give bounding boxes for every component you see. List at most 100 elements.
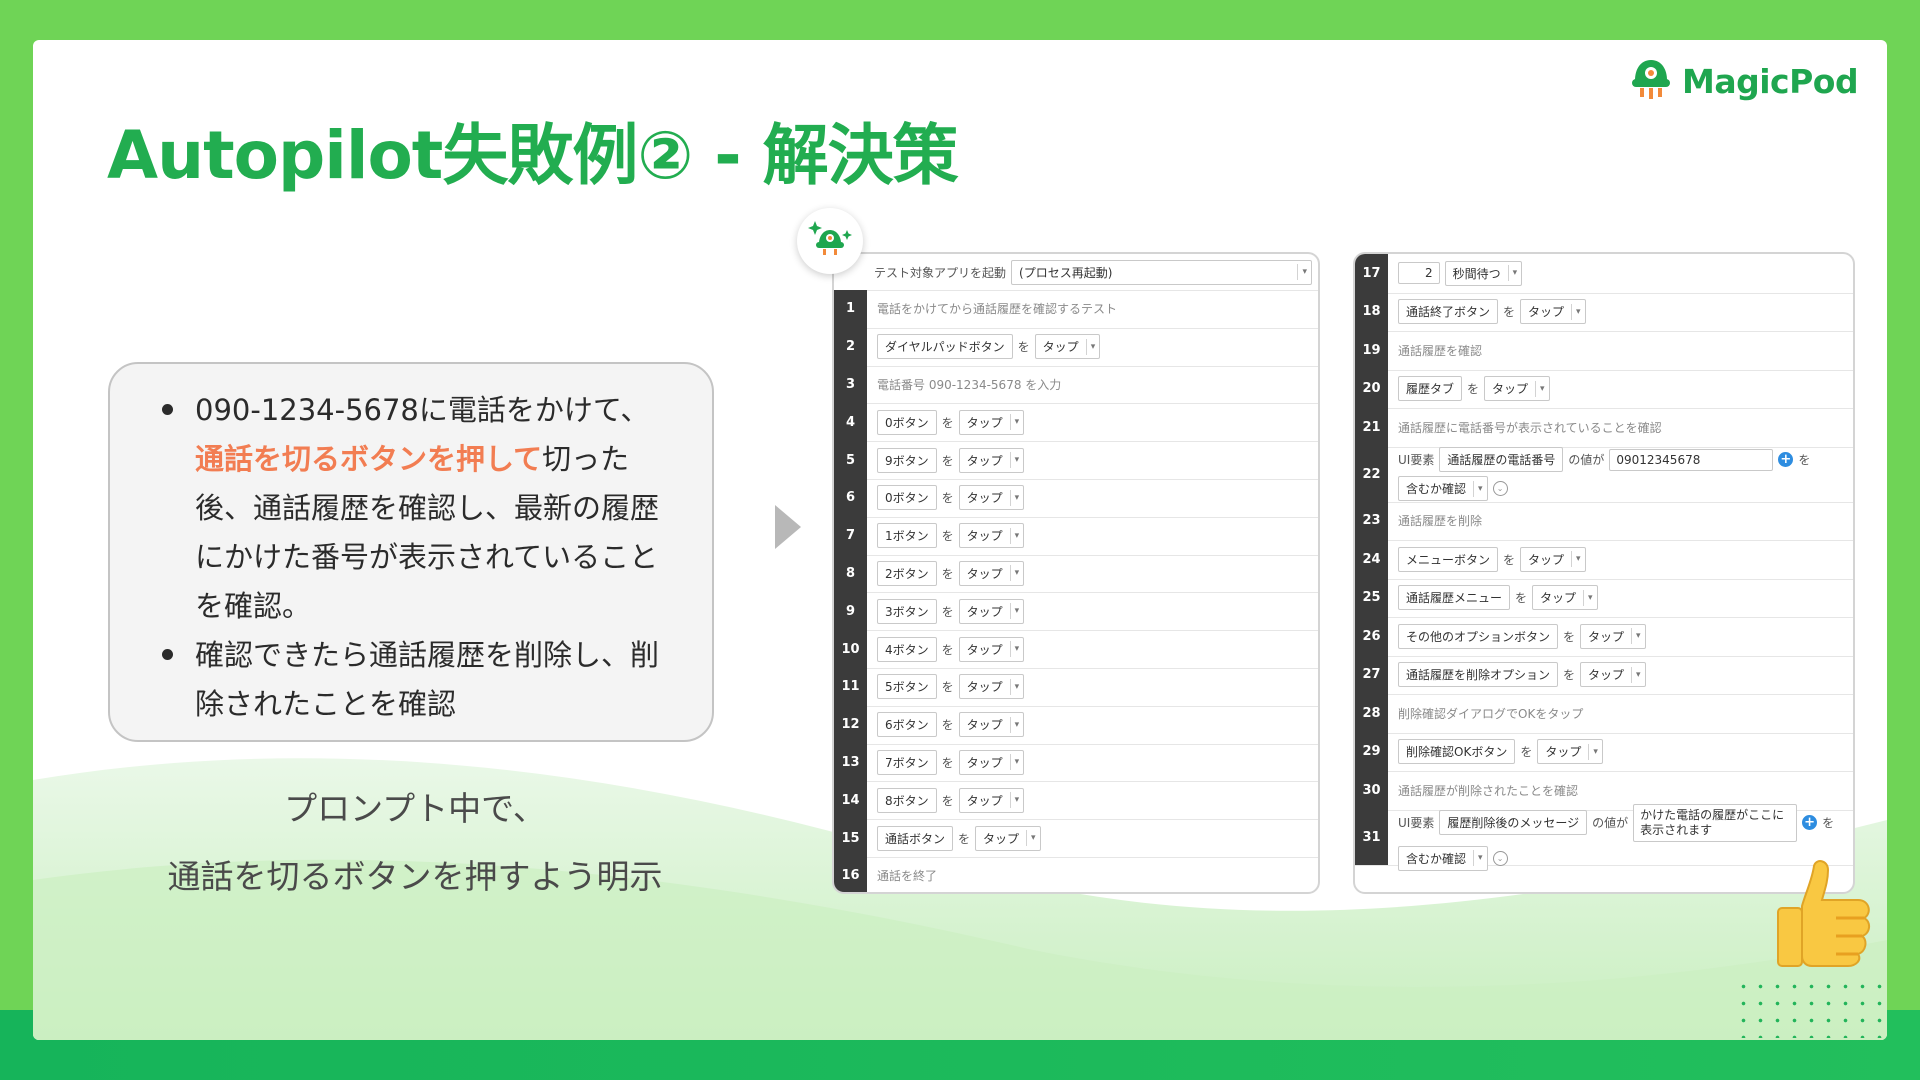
check-select[interactable]: 含むか確認 ▾ (1398, 476, 1488, 501)
wait-seconds-input[interactable]: 2 (1398, 262, 1440, 285)
bullet-2-text: 確認できたら通話履歴を削除し、削除されたことを確認 (195, 638, 660, 721)
step-number: 8 (834, 554, 867, 593)
step-number: 20 (1355, 369, 1388, 408)
action-select[interactable]: タップ ▾ (1520, 299, 1586, 325)
action-select[interactable]: タップ ▾ (1532, 585, 1598, 611)
step-content: その他のオプションボタンをタップ ▾ (1398, 617, 1847, 656)
action-select[interactable]: タップ ▾ (975, 825, 1041, 851)
step-element[interactable]: 0ボタン (877, 485, 937, 511)
step-element[interactable]: 6ボタン (877, 712, 937, 738)
step-number: 17 (1355, 254, 1388, 293)
caret-icon: ▾ (1507, 265, 1522, 282)
bullet-dot (162, 404, 173, 415)
step-content: 9ボタンをタップ ▾ (877, 441, 1312, 479)
bullet-item-2: 確認できたら通話履歴を削除し、削除されたことを確認 (162, 631, 678, 729)
step-element[interactable]: 通話履歴を削除オプション (1398, 662, 1559, 688)
wo-label: を (941, 529, 954, 544)
action-select-value: タップ (1545, 745, 1582, 760)
expected-value-input[interactable]: 09012345678 (1609, 448, 1774, 471)
action-select[interactable]: タップ ▾ (958, 485, 1025, 511)
step-element[interactable]: 削除確認OKボタン (1398, 739, 1516, 765)
step-content: 通話履歴を削除オプションをタップ ▾ (1398, 656, 1847, 695)
action-select[interactable]: タップ ▾ (1484, 376, 1550, 402)
step-element[interactable]: 3ボタン (877, 598, 937, 624)
action-select[interactable]: タップ ▾ (958, 636, 1025, 662)
check-select[interactable]: 含むか確認 ▾ (1398, 845, 1488, 871)
wo-label: を (1563, 668, 1576, 683)
step-element[interactable]: 8ボタン (877, 787, 937, 813)
caret-icon: ▾ (1535, 380, 1549, 397)
step-element[interactable]: 1ボタン (877, 523, 937, 549)
action-select[interactable]: タップ ▾ (958, 560, 1025, 586)
step-element[interactable]: 通話終了ボタン (1398, 299, 1499, 325)
step-number: 22 (1355, 446, 1388, 502)
action-select[interactable]: タップ ▾ (1520, 546, 1586, 572)
caret-icon: ▾ (1009, 716, 1024, 733)
step-content: 4ボタンをタップ ▾ (877, 630, 1312, 668)
wo-label: を (1520, 745, 1533, 760)
chevron-down-icon[interactable]: ⌄ (1492, 850, 1508, 866)
plus-icon[interactable]: + (1778, 452, 1794, 467)
step-element[interactable]: 履歴削除後のメッセージ (1439, 810, 1588, 835)
wo-label: を (941, 680, 954, 695)
step-element[interactable]: 5ボタン (877, 674, 937, 700)
step-element[interactable]: 通話履歴メニュー (1398, 585, 1511, 611)
autopilot-badge-icon (797, 208, 863, 274)
action-select[interactable]: タップ ▾ (1034, 334, 1101, 360)
caret-icon: ▾ (1009, 641, 1024, 658)
step-row: 11 5ボタンをタップ ▾ (834, 668, 1318, 707)
launch-option-select[interactable]: (プロセス再起動) ▾ (1011, 259, 1312, 285)
wo-label: を (1822, 816, 1835, 830)
action-select[interactable]: タップ ▾ (1580, 623, 1646, 649)
caret-icon: ▾ (1631, 666, 1645, 683)
step-row: 4 0ボタンをタップ ▾ (834, 403, 1318, 443)
caret-icon: ▾ (1009, 754, 1024, 771)
action-select-value: タップ (1588, 668, 1625, 683)
wo-label: を (941, 604, 954, 619)
step-number: 7 (834, 516, 867, 555)
action-select[interactable]: タップ ▾ (1580, 662, 1646, 688)
step-element[interactable]: 通話ボタン (877, 825, 954, 851)
step-row: 7 1ボタンをタップ ▾ (834, 516, 1318, 556)
step-comment: 通話履歴が削除されたことを確認 (1398, 783, 1579, 798)
step-number: 10 (834, 630, 867, 668)
step-comment: 電話をかけてから通話履歴を確認するテスト (877, 302, 1118, 317)
caret-icon: ▾ (1009, 603, 1024, 620)
action-select[interactable]: タップ ▾ (958, 409, 1025, 435)
action-select[interactable]: タップ ▾ (958, 523, 1025, 549)
step-element[interactable]: 履歴タブ (1398, 376, 1463, 402)
step-element[interactable]: 2ボタン (877, 560, 937, 586)
step-element[interactable]: その他のオプションボタン (1398, 623, 1559, 649)
step-element[interactable]: メニューボタン (1398, 546, 1499, 572)
caret-icon: ▾ (1009, 414, 1024, 431)
expected-value-input[interactable]: かけた電話の履歴がここに表示されます (1633, 803, 1798, 842)
caret-icon: ▾ (1297, 264, 1311, 280)
assert-line-1: UI要素 通話履歴の電話番号 の値が 09012345678 + を (1398, 447, 1810, 472)
step-number: 2 (834, 327, 867, 366)
step-element[interactable]: 4ボタン (877, 636, 937, 662)
step-row: 16 通話を終了 (834, 857, 1318, 892)
step-element[interactable]: ダイヤルパッドボタン (877, 334, 1013, 360)
action-select[interactable]: タップ ▾ (958, 712, 1025, 738)
action-select[interactable]: タップ ▾ (958, 674, 1025, 700)
action-select[interactable]: タップ ▾ (958, 447, 1025, 473)
value-label: の値が (1592, 816, 1629, 830)
step-content: 2 秒間待つ ▾ (1398, 254, 1847, 293)
action-select[interactable]: タップ ▾ (1537, 739, 1603, 765)
step-element[interactable]: 9ボタン (877, 447, 937, 473)
step-content: 電話番号 090-1234-5678 を入力 (877, 366, 1312, 404)
step-comment: 通話履歴を確認 (1398, 343, 1483, 358)
test-script-panel-right: 17 2 秒間待つ ▾ 18 通話終了ボタンをタップ ▾ 19 通話履歴を確認 20 履歴タブをタッ… (1353, 252, 1855, 894)
step-comment: 通話履歴に電話番号が表示されていることを確認 (1398, 420, 1662, 435)
wait-action-select[interactable]: 秒間待つ ▾ (1444, 260, 1523, 286)
action-select[interactable]: タップ ▾ (958, 787, 1025, 813)
plus-icon[interactable]: + (1802, 815, 1818, 830)
step-element[interactable]: 0ボタン (877, 409, 937, 435)
chevron-down-icon[interactable]: ⌄ (1492, 481, 1508, 496)
step-element[interactable]: 7ボタン (877, 749, 937, 775)
check-select-value: 含むか確認 (1406, 851, 1467, 866)
action-select[interactable]: タップ ▾ (958, 749, 1025, 775)
step-element[interactable]: 通話履歴の電話番号 (1439, 447, 1564, 472)
action-select[interactable]: タップ ▾ (958, 598, 1025, 624)
action-select-value: タップ (966, 604, 1003, 619)
